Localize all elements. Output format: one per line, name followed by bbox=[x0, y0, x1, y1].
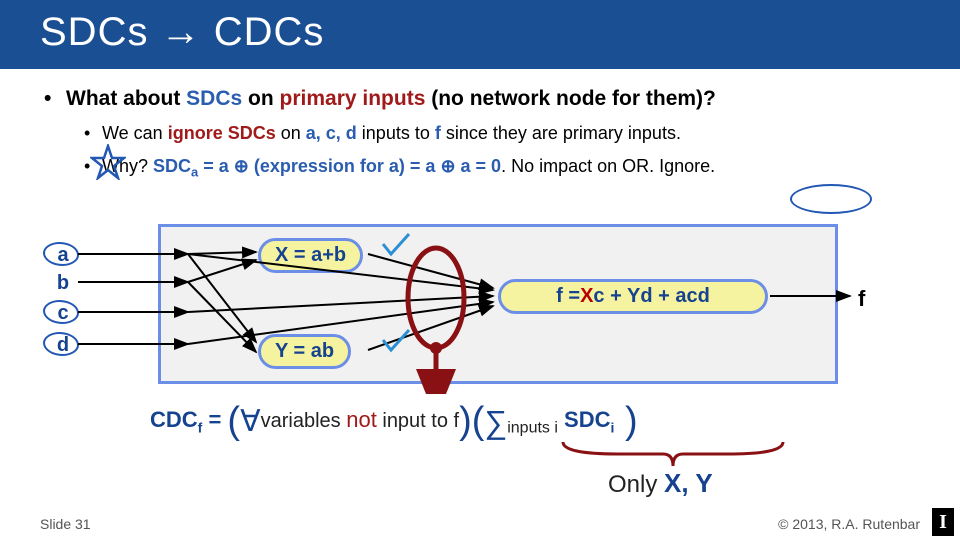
title-post: CDCs bbox=[202, 10, 325, 54]
circle-a bbox=[43, 242, 79, 266]
circle-c bbox=[43, 300, 79, 324]
brace-annotation bbox=[558, 440, 788, 470]
ignore-text: Ignore. bbox=[659, 156, 715, 176]
star-annotation bbox=[90, 144, 126, 180]
output-f-label: f bbox=[858, 286, 865, 312]
sdcs-text: SDCs bbox=[186, 87, 242, 110]
node-x: X = a+b bbox=[258, 238, 363, 273]
slide-title: SDCs → CDCs bbox=[0, 0, 960, 69]
cdc-formula: CDCf = (∀variables not input to f)(∑inpu… bbox=[150, 400, 638, 443]
input-b-label: b bbox=[48, 272, 78, 295]
only-xy-label: Only X, Y bbox=[608, 468, 713, 499]
network-diagram: a b c d X = a+b Y = ab f =Xc + Yd + acd … bbox=[38, 224, 918, 394]
circle-d bbox=[43, 332, 79, 356]
bullet-main: What about SDCs on primary inputs (no ne… bbox=[66, 87, 916, 111]
copyright: © 2013, R.A. Rutenbar bbox=[778, 516, 920, 532]
bullet-sub-2: Why? SDCa = a ⊕ (expression for a) = a ⊕… bbox=[102, 156, 916, 180]
illinois-logo-icon: I bbox=[932, 508, 954, 536]
content-area: What about SDCs on primary inputs (no ne… bbox=[0, 69, 960, 180]
bullet-sub-1: We can ignore SDCs on a, c, d inputs to … bbox=[102, 123, 916, 144]
node-f: f =Xc + Yd + acd bbox=[498, 279, 768, 314]
node-y: Y = ab bbox=[258, 334, 351, 369]
ignore-annotation-circle bbox=[790, 184, 872, 214]
slide-number: Slide 31 bbox=[40, 516, 91, 532]
primary-inputs-text: primary inputs bbox=[280, 87, 426, 110]
title-arrow: → bbox=[161, 10, 202, 54]
title-pre: SDCs bbox=[40, 10, 161, 54]
